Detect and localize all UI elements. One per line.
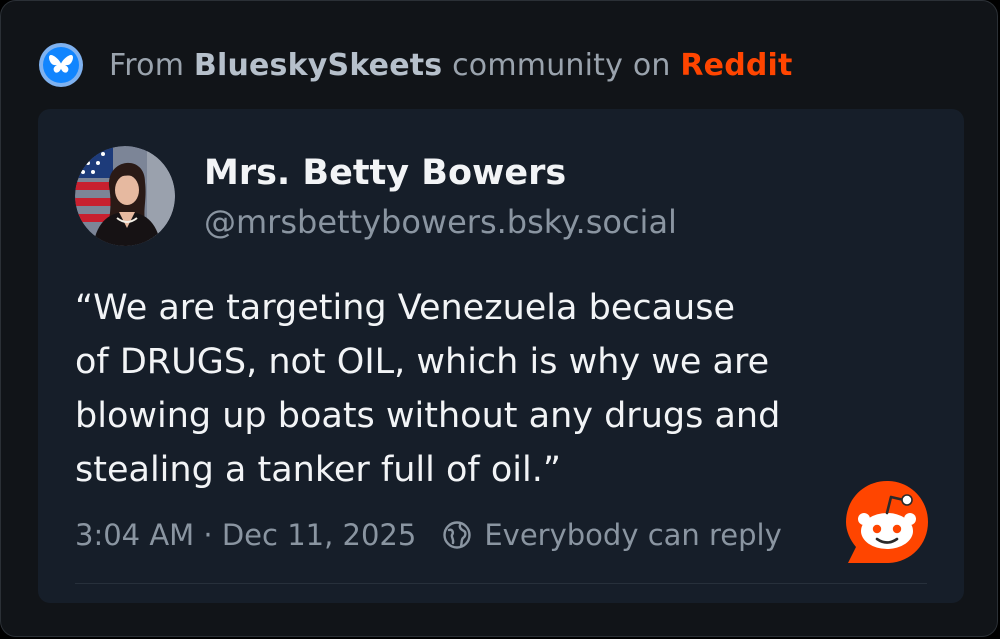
- source-text: From BlueskySkeets community on Reddit: [109, 48, 793, 83]
- butterfly-icon: [39, 43, 83, 87]
- divider: [75, 583, 927, 584]
- source-prefix: From: [109, 47, 185, 83]
- post-timestamp[interactable]: 3:04 AM · Dec 11, 2025: [75, 518, 416, 552]
- source-attribution: From BlueskySkeets community on Reddit: [39, 43, 793, 87]
- post-text: “We are targeting Venezuela because of D…: [75, 288, 781, 490]
- platform-name[interactable]: Reddit: [680, 48, 792, 83]
- screenshot-frame: From BlueskySkeets community on Reddit M…: [0, 0, 998, 637]
- post-meta: 3:04 AM · Dec 11, 2025 Everybody can rep…: [75, 513, 782, 557]
- display-name[interactable]: Mrs. Betty Bowers: [204, 153, 566, 193]
- user-handle[interactable]: @mrsbettybowers.bsky.social: [204, 203, 677, 241]
- globe-icon: [443, 521, 472, 549]
- post-card: Mrs. Betty Bowers @mrsbettybowers.bsky.s…: [38, 109, 964, 603]
- reddit-icon: [846, 481, 928, 563]
- reply-setting: Everybody can reply: [484, 518, 782, 552]
- community-name[interactable]: BlueskySkeets: [194, 48, 442, 83]
- source-middle: community on: [452, 47, 671, 83]
- avatar[interactable]: [75, 146, 175, 246]
